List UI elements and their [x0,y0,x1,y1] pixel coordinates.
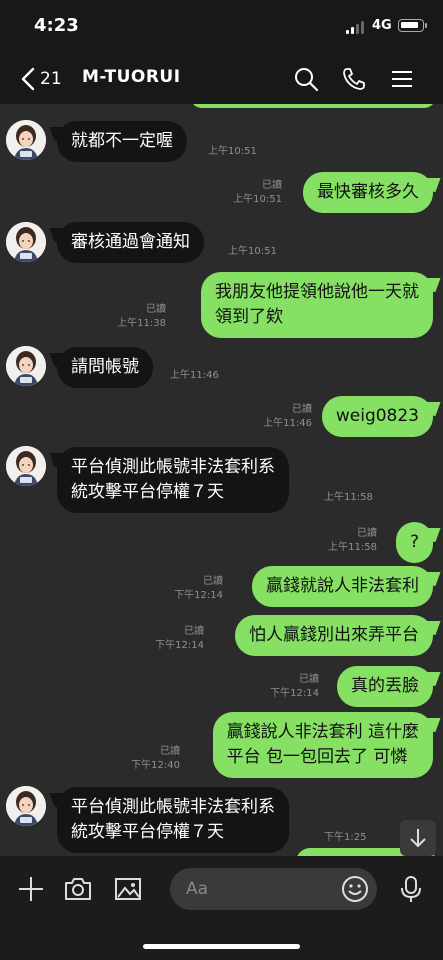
unread-count: 21 [40,69,62,89]
outgoing-message[interactable]: 我朋友他提領他說他一天就 領到了欸 [201,272,433,338]
message-time: 下午12:14 [270,688,319,699]
message-time: 下午1:25 [324,832,367,843]
message-text: 我朋友他提領他說他一天就 領到了欸 [215,282,419,327]
outgoing-message[interactable]: 最快審核多久 [303,172,433,213]
signal-icon [346,20,366,34]
status-time: 4:23 [34,15,79,36]
message-time: 上午10:51 [208,146,257,157]
message-time: 下午12:40 [131,760,180,771]
avatar[interactable] [6,346,46,386]
message-time: 上午10:51 [233,194,282,205]
avatar[interactable] [6,446,46,486]
outgoing-message[interactable]: 贏錢說人非法套利 這什麼 平台 包一包回去了 可憐 [212,712,433,778]
search-icon[interactable] [293,66,319,92]
image-icon[interactable] [113,874,143,904]
message-time: 上午11:46 [263,418,312,429]
home-indicator[interactable] [143,944,300,949]
back-button[interactable]: 21 [20,63,70,95]
outgoing-message[interactable]: ? [395,522,433,563]
read-receipt: 已讀 [357,528,377,539]
read-receipt: 已讀 [262,180,282,191]
read-receipt: 已讀 [184,626,204,637]
message-text: 審核通過會通知 [71,232,190,252]
message-text: 平台偵測此帳號非法套利系 統攻擊平台停權７天 [71,457,275,502]
chat-header: 21 M-TUORUI [0,54,443,104]
message-text: 贏錢就說人非法套利 [266,576,419,596]
status-bar: 4:23 4G [0,0,443,54]
incoming-message[interactable]: 審核通過會通知 [57,222,204,263]
incoming-message[interactable]: 就都不一定喔 [57,121,187,162]
avatar-illustration [6,446,46,486]
chevron-left-icon [21,67,35,91]
outgoing-message[interactable]: 贏錢就說人非法套利 [252,566,433,607]
microphone-icon[interactable] [396,874,426,904]
chat-title: M-TUORUI [82,67,181,87]
incoming-message[interactable]: 平台偵測此帳號非法套利系 統攻擊平台停權７天 [57,787,289,853]
message-text: 真的丟臉 [351,676,419,696]
message-time: 上午11:46 [170,370,219,381]
message-text: ? [409,532,419,552]
read-receipt: 已讀 [203,576,223,587]
read-receipt: 已讀 [292,404,312,415]
plus-icon[interactable] [16,874,46,904]
message-input[interactable] [186,868,336,910]
message-text: 就都不一定喔 [71,131,173,151]
read-receipt: 已讀 [160,746,180,757]
battery-icon [398,19,427,32]
outgoing-message[interactable]: 怕人贏錢別出來弄平台 [235,615,433,656]
avatar-illustration [6,120,46,160]
avatar[interactable] [6,120,46,160]
outgoing-message[interactable]: 真的丟臉 [337,666,433,707]
incoming-message[interactable]: 平台偵測此帳號非法套利系 統攻擊平台停權７天 [57,447,289,513]
message-text: 請問帳號 [71,357,139,377]
message-time: 下午12:14 [174,590,223,601]
message-time: 上午10:51 [228,246,277,257]
message-text: 平台偵測此帳號非法套利系 統攻擊平台停權７天 [71,797,275,842]
camera-icon[interactable] [63,874,93,904]
menu-icon[interactable] [389,66,415,92]
avatar-illustration [6,346,46,386]
chat-area[interactable]: 就都不一定喔 上午10:51 已讀 上午10:51 最快審核多久 審核通過會通知… [0,104,443,856]
emoji-icon[interactable] [341,875,369,903]
phone-icon[interactable] [341,66,367,92]
avatar-illustration [6,786,46,826]
avatar-illustration [6,222,46,262]
message-time: 上午11:58 [324,492,373,503]
message-time: 下午12:14 [155,640,204,651]
previous-message-edge [190,104,436,108]
message-field[interactable] [170,868,377,910]
message-text: weig0823 [335,406,419,426]
message-text: 怕人贏錢別出來弄平台 [249,625,419,645]
scroll-to-bottom-button[interactable] [400,820,436,856]
message-text: 最快審核多久 [317,182,419,202]
read-receipt: 已讀 [146,304,166,315]
arrow-down-icon [410,829,426,848]
avatar[interactable] [6,786,46,826]
message-time: 上午11:58 [328,542,377,553]
message-text: 贏錢說人非法套利 這什麼 平台 包一包回去了 可憐 [226,722,419,767]
message-time: 上午11:38 [117,318,166,329]
read-receipt: 已讀 [299,674,319,685]
network-label: 4G [372,18,392,33]
outgoing-message[interactable]: weig0823 [321,396,433,437]
incoming-message[interactable]: 請問帳號 [57,347,153,388]
avatar[interactable] [6,222,46,262]
